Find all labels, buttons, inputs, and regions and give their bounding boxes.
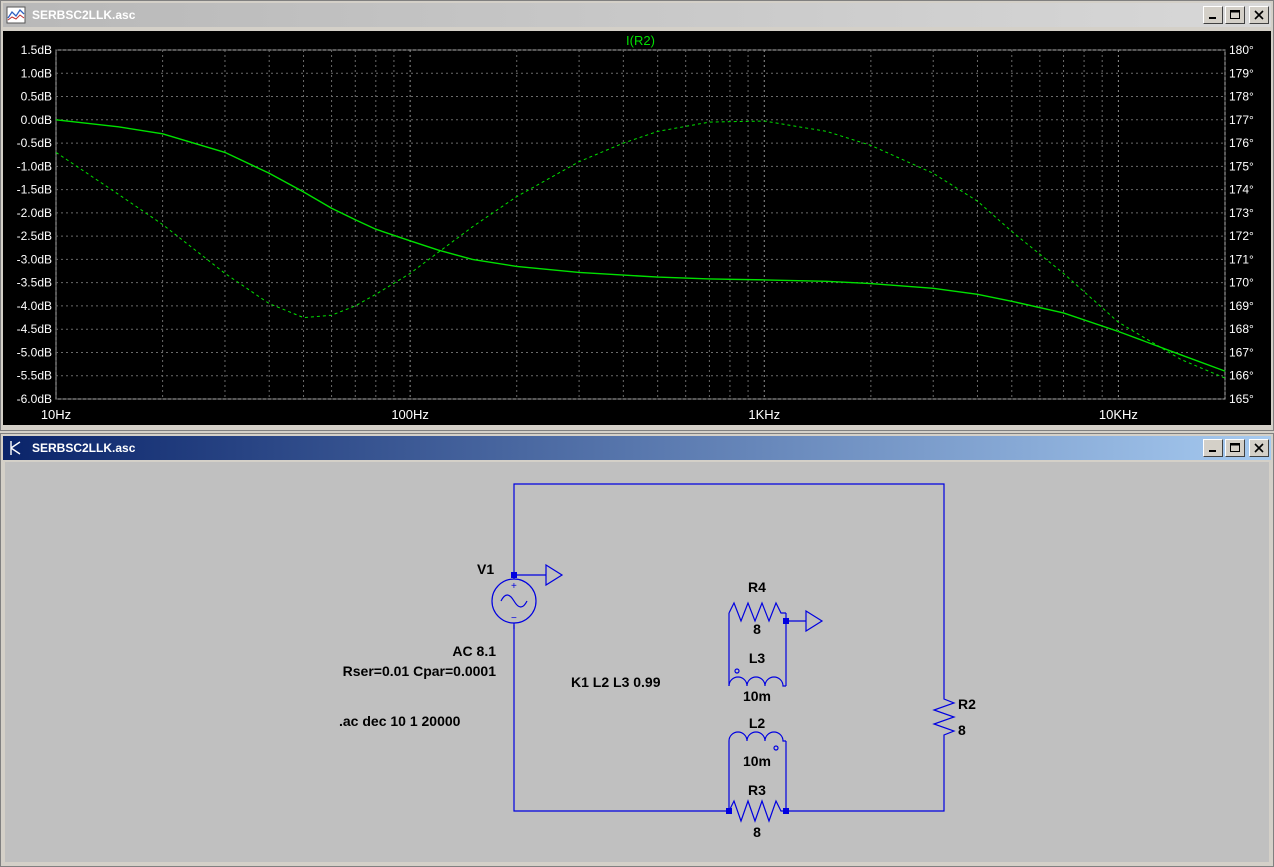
waveform-app-icon (6, 6, 26, 24)
x-tick-label: 10KHz (1099, 407, 1138, 422)
schematic-canvas[interactable]: + − V1 AC 8.1 Rser=0.01 Cpar=0.0001 .ac … (5, 462, 1269, 862)
y-tick-label-right: 178° (1229, 90, 1254, 104)
y-tick-label-left: 0.5dB (21, 90, 52, 104)
y-tick-label-right: 167° (1229, 345, 1254, 359)
y-tick-label-left: 1.5dB (21, 43, 52, 57)
y-tick-label-left: -0.5dB (17, 136, 52, 150)
polarity-dot (773, 745, 779, 751)
polarity-dot (734, 668, 740, 674)
r3-value[interactable]: 8 (753, 824, 761, 840)
x-tick-label: 100Hz (391, 407, 429, 422)
waveform-window: SERBSC2LLK.asc 1.5dB 180° 1.0dB 179° 0.5dB 17… (0, 0, 1274, 431)
maximize-button[interactable] (1225, 439, 1245, 457)
svg-text:+: + (511, 581, 517, 592)
y-tick-label-right: 180° (1229, 43, 1254, 57)
y-tick-label-left: -1.5dB (17, 183, 52, 197)
schematic-titlebar[interactable]: SERBSC2LLK.asc (3, 436, 1271, 460)
minimize-icon (1209, 17, 1216, 19)
y-tick-label-right: 169° (1229, 299, 1254, 313)
wire-left[interactable] (513, 625, 729, 812)
x-tick-label: 1KHz (748, 407, 780, 422)
wire-right[interactable] (786, 739, 945, 812)
plot-area[interactable]: 1.5dB 180° 1.0dB 179° 0.5dB 178° 0.0dB 177° -0.5… (3, 31, 1271, 425)
close-button[interactable] (1249, 439, 1269, 457)
bode-plot[interactable]: 1.5dB 180° 1.0dB 179° 0.5dB 178° 0.0dB 177° -0.5… (3, 31, 1271, 425)
y-tick-label-right: 179° (1229, 66, 1254, 80)
y-tick-label-right: 174° (1229, 183, 1254, 197)
svg-text:−: − (511, 613, 517, 624)
inductor-l2[interactable] (728, 731, 786, 742)
l3-value[interactable]: 10m (743, 688, 771, 704)
maximize-icon (1230, 443, 1240, 452)
l2-value[interactable]: 10m (743, 753, 771, 769)
r2-value[interactable]: 8 (958, 722, 966, 738)
schematic-drawing[interactable]: + − V1 AC 8.1 Rser=0.01 Cpar=0.0001 .ac … (5, 462, 1269, 862)
minimize-button[interactable] (1203, 6, 1223, 24)
inductor-l3[interactable] (728, 676, 786, 687)
y-tick-label-right: 177° (1229, 113, 1254, 127)
y-tick-label-left: -2.5dB (17, 229, 52, 243)
minimize-button[interactable] (1203, 439, 1223, 457)
minimize-icon (1209, 450, 1216, 452)
schematic-app-icon (6, 439, 26, 457)
y-tick-label-right: 173° (1229, 206, 1254, 220)
schematic-window-title: SERBSC2LLK.asc (32, 441, 136, 455)
plot-title: I(R2) (626, 33, 655, 48)
y-tick-label-right: 165° (1229, 392, 1254, 406)
r4-value[interactable]: 8 (753, 621, 761, 637)
resistor-r3[interactable] (728, 799, 786, 823)
r4-label[interactable]: R4 (748, 579, 766, 595)
ground-icon (805, 609, 824, 633)
y-tick-label-left: -6.0dB (17, 392, 52, 406)
close-button[interactable] (1249, 6, 1269, 24)
ac-directive[interactable]: .ac dec 10 1 20000 (339, 713, 461, 729)
schematic-window: SERBSC2LLK.asc + − V1 AC 8.1 Rser=0.01 C… (0, 433, 1274, 867)
y-tick-label-right: 176° (1229, 136, 1254, 150)
close-icon (1254, 10, 1264, 20)
y-tick-label-left: -1.0dB (17, 159, 52, 173)
sine-icon (500, 594, 528, 608)
y-tick-label-right: 166° (1229, 369, 1254, 383)
y-tick-label-left: -5.5dB (17, 369, 52, 383)
y-tick-label-left: -2.0dB (17, 206, 52, 220)
maximize-icon (1230, 10, 1240, 19)
r3-label[interactable]: R3 (748, 782, 766, 798)
close-icon (1254, 443, 1264, 453)
y-tick-label-left: 0.0dB (21, 113, 52, 127)
resistor-r2[interactable] (932, 696, 956, 739)
y-tick-label-left: -4.5dB (17, 322, 52, 336)
y-tick-label-left: -3.5dB (17, 276, 52, 290)
l3-label[interactable]: L3 (749, 650, 766, 666)
v1-label[interactable]: V1 (477, 561, 494, 577)
maximize-button[interactable] (1225, 6, 1245, 24)
resistor-r4[interactable] (728, 601, 786, 623)
y-tick-label-right: 170° (1229, 276, 1254, 290)
r2-label[interactable]: R2 (958, 696, 976, 712)
waveform-titlebar[interactable]: SERBSC2LLK.asc (3, 3, 1271, 27)
k1-directive[interactable]: K1 L2 L3 0.99 (571, 674, 661, 690)
y-tick-label-left: -3.0dB (17, 252, 52, 266)
y-tick-label-left: 1.0dB (21, 66, 52, 80)
y-tick-label-left: -4.0dB (17, 299, 52, 313)
phase-trace (55, 120, 1226, 379)
ground-icon (545, 563, 564, 587)
y-tick-label-left: -5.0dB (17, 345, 52, 359)
l2-label[interactable]: L2 (749, 715, 766, 731)
ac-label[interactable]: AC 8.1 (452, 643, 496, 659)
plot-frame (55, 49, 1226, 400)
magnitude-trace (55, 119, 1226, 372)
waveform-window-title: SERBSC2LLK.asc (32, 8, 136, 22)
x-tick-label: 10Hz (41, 407, 71, 422)
rser-label[interactable]: Rser=0.01 Cpar=0.0001 (343, 663, 497, 679)
y-tick-label-right: 171° (1229, 252, 1254, 266)
y-tick-label-right: 168° (1229, 322, 1254, 336)
y-tick-label-right: 175° (1229, 159, 1254, 173)
y-tick-label-right: 172° (1229, 229, 1254, 243)
